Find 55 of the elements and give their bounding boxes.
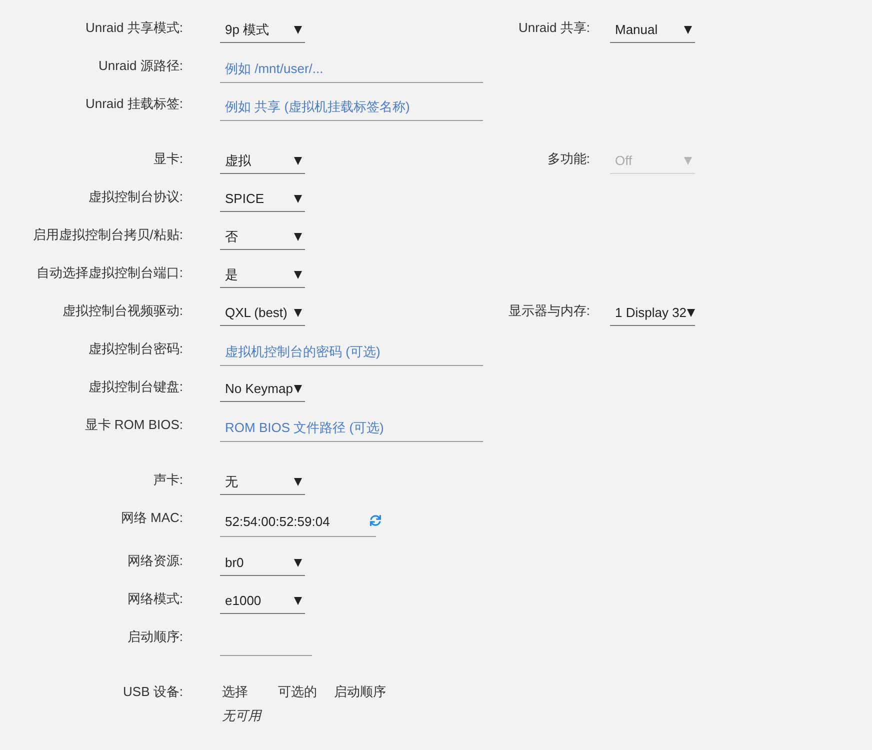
field-label: 虚拟控制台视频驱动: — [61, 302, 183, 320]
field-label: 虚拟控制台密码: — [87, 340, 183, 358]
field-label: Unraid 挂载标签: — [84, 95, 183, 113]
field-label: 自动选择虚拟控制台端口: — [35, 264, 183, 282]
dropdown[interactable]: 虚拟 — [220, 148, 305, 174]
field-label: 显示器与内存: — [507, 302, 590, 320]
caret-icon — [684, 26, 692, 34]
field-label: 网络模式: — [126, 590, 183, 608]
caret-icon — [686, 308, 695, 316]
input-field[interactable]: 例如 /mnt/user/... — [220, 55, 483, 83]
caret-icon — [294, 270, 302, 278]
field-label: 启动顺序: — [126, 628, 183, 646]
field-label: Unraid 共享模式: — [84, 19, 183, 37]
caret-icon — [294, 156, 302, 164]
input-field[interactable]: 虚拟机控制台的密码 (可选) — [220, 338, 483, 366]
dropdown[interactable]: 9p 模式 — [220, 17, 305, 43]
field-label: Unraid 共享: — [517, 19, 590, 37]
input-field[interactable]: 例如 共享 (虚拟机挂载标签名称) — [220, 93, 483, 121]
field-label: 虚拟控制台协议: — [87, 188, 183, 206]
field-label: 多功能: — [546, 150, 590, 168]
caret-icon — [684, 156, 692, 164]
field-label: 启用虚拟控制台拷贝/粘贴: — [32, 226, 183, 244]
caret-icon — [294, 384, 302, 392]
field-label: 声卡: — [152, 471, 183, 489]
dropdown[interactable]: 否 — [220, 224, 305, 250]
dropdown[interactable]: 1 Display 32 — [610, 300, 695, 326]
field-label: USB 设备: — [122, 683, 183, 701]
empty-note: 无可用 — [221, 707, 263, 725]
caret-icon — [294, 232, 302, 240]
caret-icon — [294, 558, 302, 566]
refresh-icon[interactable] — [370, 514, 381, 526]
field-label: 网络资源: — [126, 552, 183, 570]
caret-icon — [294, 26, 302, 34]
caret-icon — [294, 308, 302, 316]
dropdown[interactable]: 是 — [220, 262, 305, 288]
column-header: 启动顺序 — [333, 683, 387, 701]
column-header: 可选的 — [277, 683, 318, 701]
field-label: 显卡: — [152, 150, 183, 168]
field-label: 虚拟控制台键盘: — [87, 378, 183, 396]
dropdown[interactable]: e1000 — [220, 588, 305, 614]
dropdown[interactable]: Manual — [610, 17, 695, 43]
column-header: 选择 — [221, 683, 249, 701]
dropdown[interactable]: No Keymap — [220, 376, 305, 402]
field-label: Unraid 源路径: — [97, 57, 183, 75]
caret-icon — [294, 596, 302, 604]
dropdown[interactable]: 无 — [220, 469, 305, 495]
caret-icon — [294, 194, 302, 202]
dropdown[interactable]: QXL (best) — [220, 300, 305, 326]
field-label: 显卡 ROM BIOS: — [84, 416, 183, 434]
dropdown[interactable]: SPICE — [220, 186, 305, 212]
dropdown[interactable]: br0 — [220, 550, 305, 576]
caret-icon — [294, 478, 302, 486]
input-field[interactable]: 52:54:00:52:59:04 — [220, 507, 376, 537]
field-label: 网络 MAC: — [120, 509, 183, 527]
input-field[interactable]: ROM BIOS 文件路径 (可选) — [220, 414, 483, 442]
